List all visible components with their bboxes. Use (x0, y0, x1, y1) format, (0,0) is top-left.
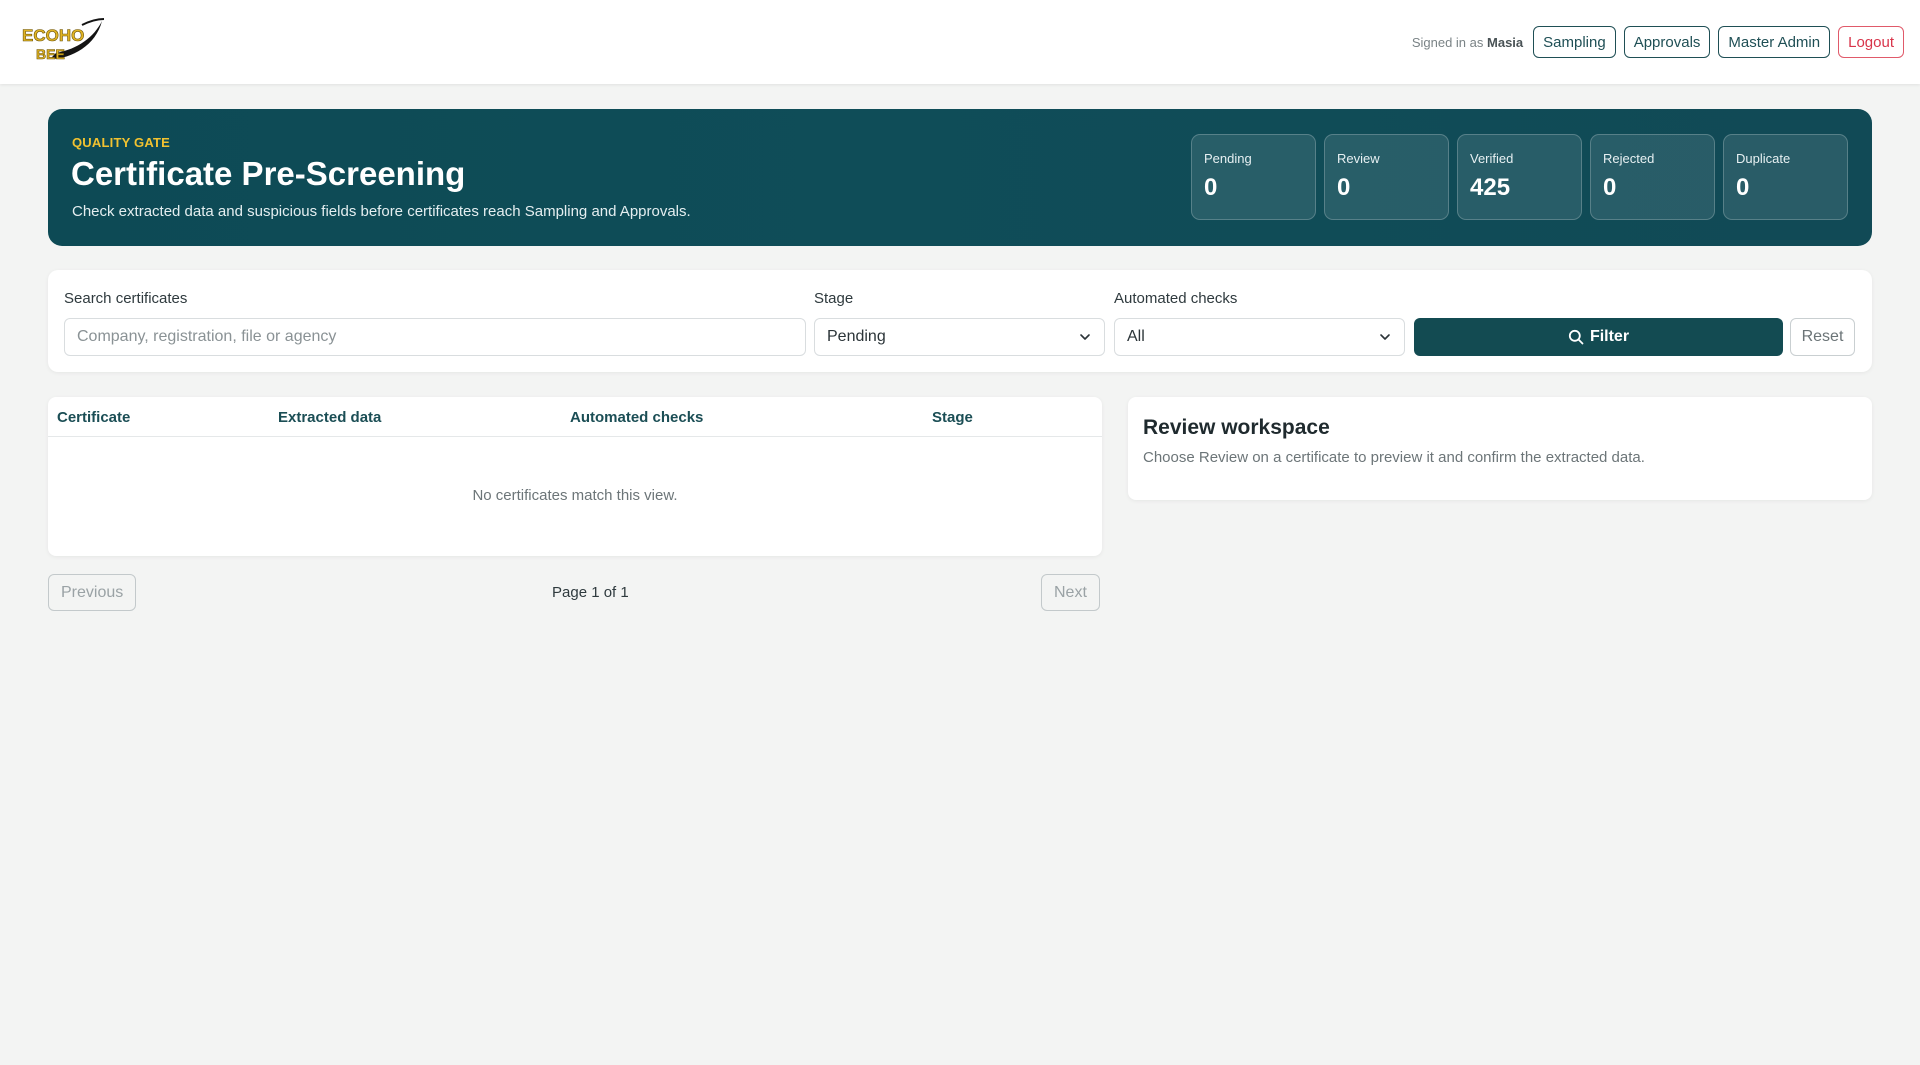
chevron-down-icon (1380, 334, 1390, 340)
signed-in-user: Masia (1487, 34, 1524, 50)
certificates-table: Certificate Extracted data Automated che… (48, 397, 1102, 556)
stat-label: Rejected (1603, 151, 1655, 166)
top-navbar: ECOHO BEE Signed in as Masia Sampling Ap… (0, 0, 1920, 84)
stat-label: Verified (1470, 151, 1514, 166)
search-label: Search certificates (64, 290, 188, 307)
stage-stats: Pending 0 Review 0 Verified 425 Rejected… (1191, 134, 1848, 220)
stat-label: Pending (1204, 151, 1252, 166)
table-header: Certificate Extracted data Automated che… (48, 397, 1102, 437)
chevron-down-icon (1080, 334, 1090, 340)
checks-select-value: All (1127, 328, 1145, 345)
stat-label: Review (1337, 151, 1380, 166)
checks-label: Automated checks (1114, 290, 1238, 307)
logout-button[interactable]: Logout (1838, 26, 1904, 58)
logo-text-line1: ECOHO (22, 26, 84, 45)
approvals-button[interactable]: Approvals (1623, 26, 1711, 58)
stat-value: 0 (1337, 174, 1351, 201)
filter-panel: Search certificates Stage Pending Automa… (48, 270, 1872, 372)
column-header-automated-checks: Automated checks (570, 409, 704, 426)
review-workspace-hint: Choose Review on a certificate to previe… (1143, 449, 1645, 466)
sampling-button[interactable]: Sampling (1533, 26, 1616, 58)
empty-state-message: No certificates match this view. (472, 487, 678, 504)
column-header-certificate: Certificate (57, 409, 131, 426)
page-subtitle: Check extracted data and suspicious fiel… (72, 203, 691, 220)
column-header-extracted-data: Extracted data (278, 409, 382, 426)
signed-in-indicator: Signed in as Masia (1412, 35, 1523, 50)
page-title: Certificate Pre-Screening (71, 155, 466, 192)
next-page-button[interactable]: Next (1041, 574, 1100, 611)
review-workspace-title: Review workspace (1143, 416, 1330, 439)
stat-pending: Pending 0 (1191, 134, 1316, 220)
stat-value: 0 (1736, 174, 1750, 201)
stat-review: Review 0 (1324, 134, 1449, 220)
search-icon (1568, 329, 1584, 345)
review-workspace-panel: Review workspace Choose Review on a cert… (1128, 397, 1872, 500)
search-input[interactable] (64, 318, 806, 356)
stat-rejected: Rejected 0 (1590, 134, 1715, 220)
nav-actions: Signed in as Masia Sampling Approvals Ma… (1412, 26, 1904, 58)
stat-value: 0 (1204, 174, 1218, 201)
stat-verified: Verified 425 (1457, 134, 1582, 220)
stage-select[interactable]: Pending (814, 318, 1105, 356)
stat-duplicate: Duplicate 0 (1723, 134, 1848, 220)
stat-value: 0 (1603, 174, 1617, 201)
filter-button[interactable]: Filter (1414, 318, 1783, 356)
page-indicator: Page 1 of 1 (552, 584, 629, 601)
stat-label: Duplicate (1736, 151, 1791, 166)
stat-value: 425 (1470, 174, 1511, 201)
column-header-stage: Stage (932, 409, 973, 426)
hero-eyebrow: QUALITY GATE (72, 135, 170, 150)
signed-in-prefix: Signed in as (1411, 34, 1484, 50)
previous-page-button[interactable]: Previous (48, 574, 137, 611)
reset-button[interactable]: Reset (1790, 318, 1855, 356)
master-admin-button[interactable]: Master Admin (1718, 26, 1831, 58)
logo-text-line2: BEE (36, 46, 65, 62)
stage-label: Stage (814, 290, 854, 307)
hero-banner: QUALITY GATE Certificate Pre-Screening C… (48, 109, 1872, 246)
checks-select[interactable]: All (1114, 318, 1405, 356)
brand-logo[interactable]: ECOHO BEE (20, 15, 106, 69)
stage-select-value: Pending (827, 328, 886, 345)
filter-button-label: Filter (1589, 328, 1630, 345)
